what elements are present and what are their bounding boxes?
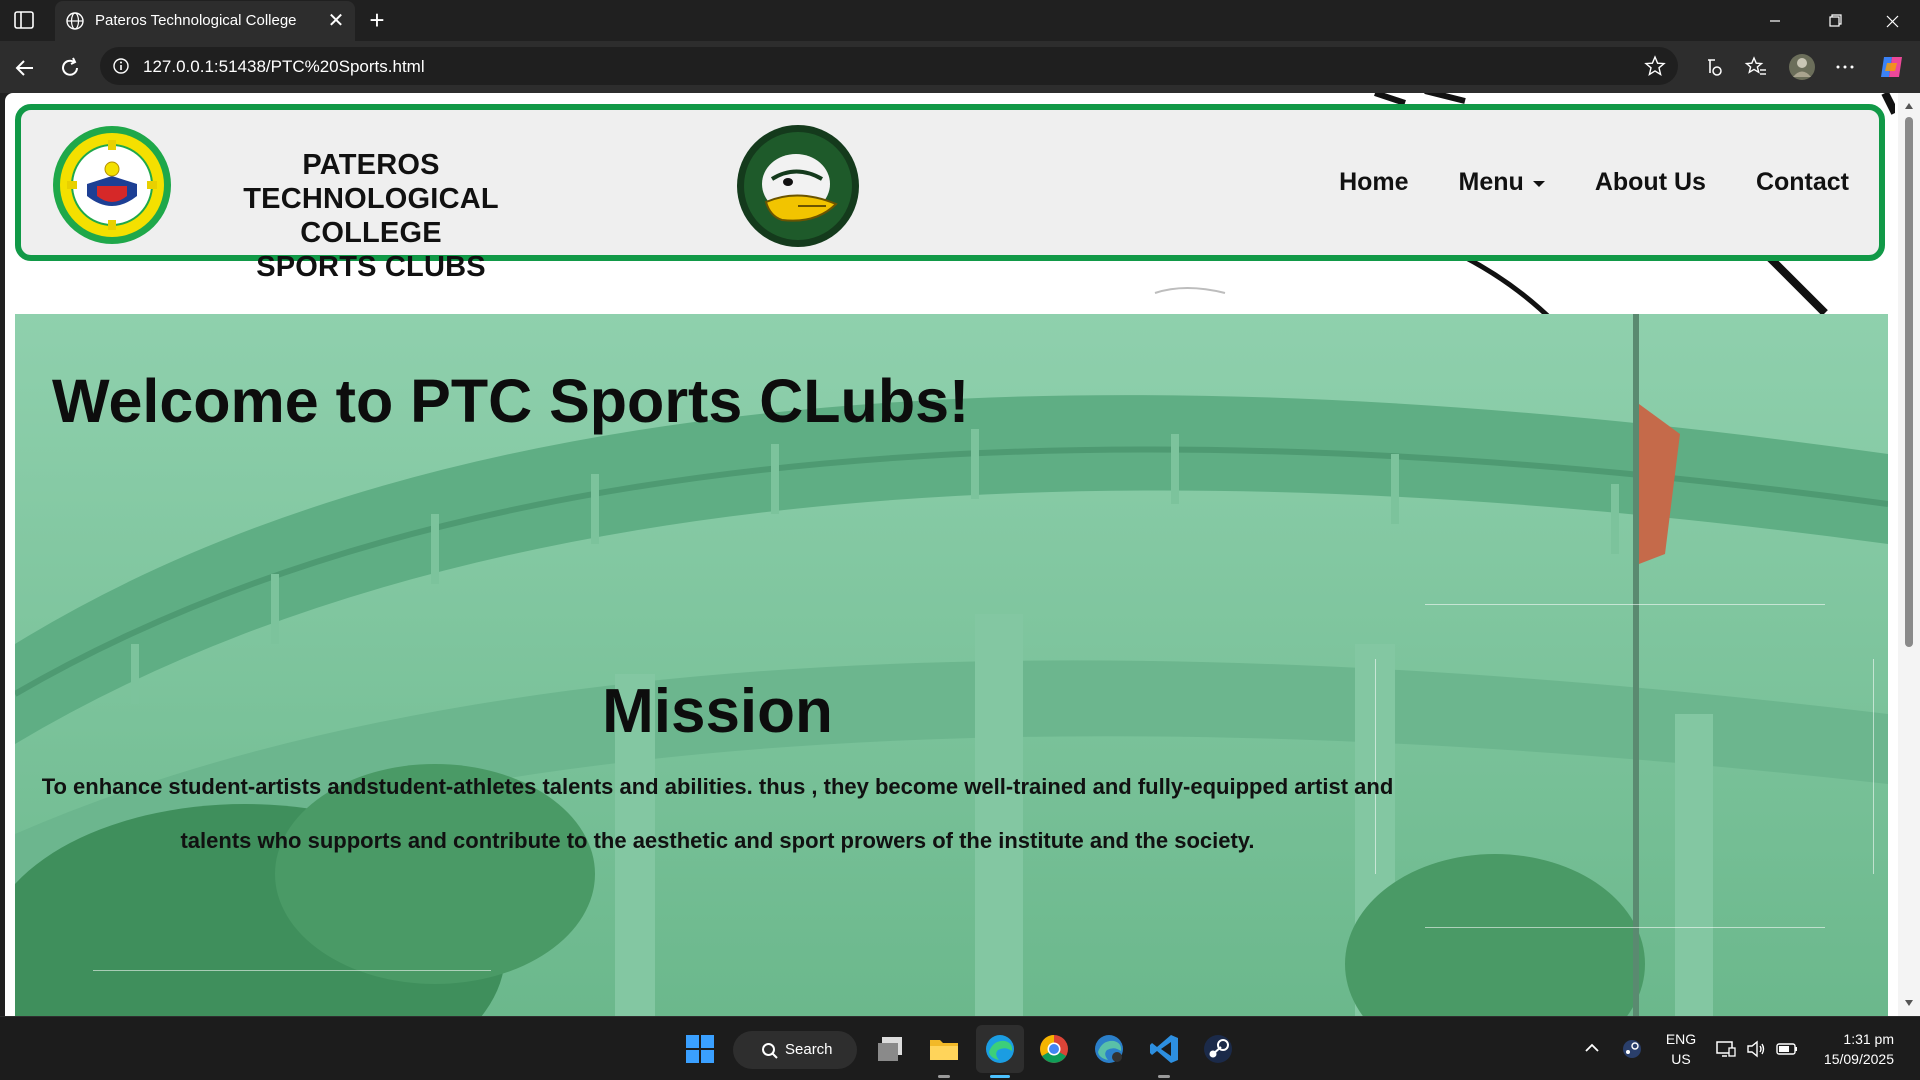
site-header: PATEROS TECHNOLOGICAL COLLEGE SPORTS CLU… (15, 104, 1885, 283)
edge-dev-icon[interactable] (1092, 1032, 1126, 1066)
minimize-icon[interactable] (1755, 8, 1795, 34)
brand-title: PATEROS TECHNOLOGICAL COLLEGE (243, 149, 499, 249)
chevron-down-icon (1532, 181, 1545, 187)
favorite-star-icon[interactable] (1644, 55, 1666, 77)
mission-heading: Mission (602, 677, 833, 746)
browser-tab[interactable]: Pateros Technological College ✕ (55, 1, 355, 41)
copilot-icon[interactable] (1878, 53, 1906, 81)
active-indicator (990, 1075, 1010, 1078)
reload-icon[interactable] (55, 53, 85, 83)
battery-icon[interactable] (1775, 1038, 1799, 1060)
browser-tab-bar: Pateros Technological College ✕ + (0, 0, 1920, 41)
nav-menu-dropdown[interactable]: Menu (1459, 168, 1545, 197)
language-label[interactable]: ENG (1663, 1031, 1699, 1047)
search-icon (762, 1043, 778, 1059)
globe-icon (66, 12, 84, 30)
address-bar[interactable]: 127.0.0.1:51438/PTC%20Sports.html (100, 47, 1678, 85)
nav-contact[interactable]: Contact (1756, 168, 1849, 197)
decor-line (93, 970, 491, 971)
scroll-thumb[interactable] (1905, 117, 1913, 647)
welcome-heading: Welcome to PTC Sports CLubs! (52, 367, 970, 435)
volume-icon[interactable] (1745, 1038, 1767, 1060)
restore-icon[interactable] (1815, 8, 1855, 34)
new-tab-icon[interactable]: + (364, 5, 390, 36)
close-window-icon[interactable] (1873, 8, 1913, 34)
fighting-ducks-logo (737, 125, 859, 247)
site-info-icon[interactable] (112, 57, 130, 75)
main-nav: Home Menu About Us Contact (1339, 168, 1849, 197)
scroll-down-icon[interactable] (1904, 998, 1914, 1008)
scroll-up-icon[interactable] (1904, 101, 1914, 111)
chrome-icon[interactable] (1037, 1032, 1071, 1066)
windows-start-icon[interactable] (683, 1032, 717, 1066)
windows-taskbar: Search ENG US 1:31 pm 15/09/2025 (0, 1016, 1920, 1080)
hero-section: Welcome to PTC Sports CLubs! Mission To … (15, 314, 1888, 1016)
vscode-icon[interactable] (1147, 1032, 1181, 1066)
running-indicator (938, 1075, 950, 1078)
taskbar-search[interactable]: Search (733, 1031, 857, 1069)
college-seal-logo (53, 126, 171, 244)
edge-browser-icon[interactable] (983, 1032, 1017, 1066)
more-options-icon[interactable] (1833, 55, 1857, 79)
region-label[interactable]: US (1663, 1051, 1699, 1067)
decor-line (1873, 659, 1874, 874)
browser-toolbar: 127.0.0.1:51438/PTC%20Sports.html (0, 41, 1920, 93)
running-indicator (1158, 1075, 1170, 1078)
page-viewport: PATEROS TECHNOLOGICAL COLLEGE SPORTS CLU… (5, 93, 1898, 1016)
tab-title: Pateros Technological College (95, 12, 297, 29)
decor-line (1425, 604, 1825, 605)
back-arrow-icon[interactable] (10, 53, 40, 83)
favorites-icon[interactable] (1744, 55, 1768, 79)
tab-close-icon[interactable]: ✕ (325, 8, 347, 33)
clock-time[interactable]: 1:31 pm (1808, 1031, 1894, 1047)
search-label: Search (785, 1041, 833, 1058)
task-view-icon[interactable] (873, 1032, 907, 1066)
steam-tray-icon[interactable] (1620, 1037, 1644, 1061)
profile-avatar-icon[interactable] (1787, 52, 1817, 82)
decor-line (1425, 927, 1825, 928)
file-explorer-icon[interactable] (927, 1032, 961, 1066)
steam-icon[interactable] (1201, 1032, 1235, 1066)
site-brand: PATEROS TECHNOLOGICAL COLLEGE SPORTS CLU… (181, 148, 561, 284)
chevron-up-icon[interactable] (1582, 1038, 1602, 1058)
brand-subtitle: SPORTS CLUBS (256, 251, 486, 283)
page-scrollbar[interactable] (1898, 93, 1920, 1016)
read-aloud-icon[interactable] (1700, 55, 1724, 79)
clock-date[interactable]: 15/09/2025 (1808, 1051, 1894, 1067)
sidebar-toggle-icon[interactable] (12, 10, 36, 30)
nav-home[interactable]: Home (1339, 168, 1408, 197)
url-text[interactable]: 127.0.0.1:51438/PTC%20Sports.html (143, 57, 425, 77)
mission-text: To enhance student-artists andstudent-at… (41, 774, 1394, 853)
nav-about[interactable]: About Us (1595, 168, 1706, 197)
display-icon[interactable] (1715, 1038, 1737, 1060)
nav-menu-label: Menu (1458, 168, 1524, 196)
